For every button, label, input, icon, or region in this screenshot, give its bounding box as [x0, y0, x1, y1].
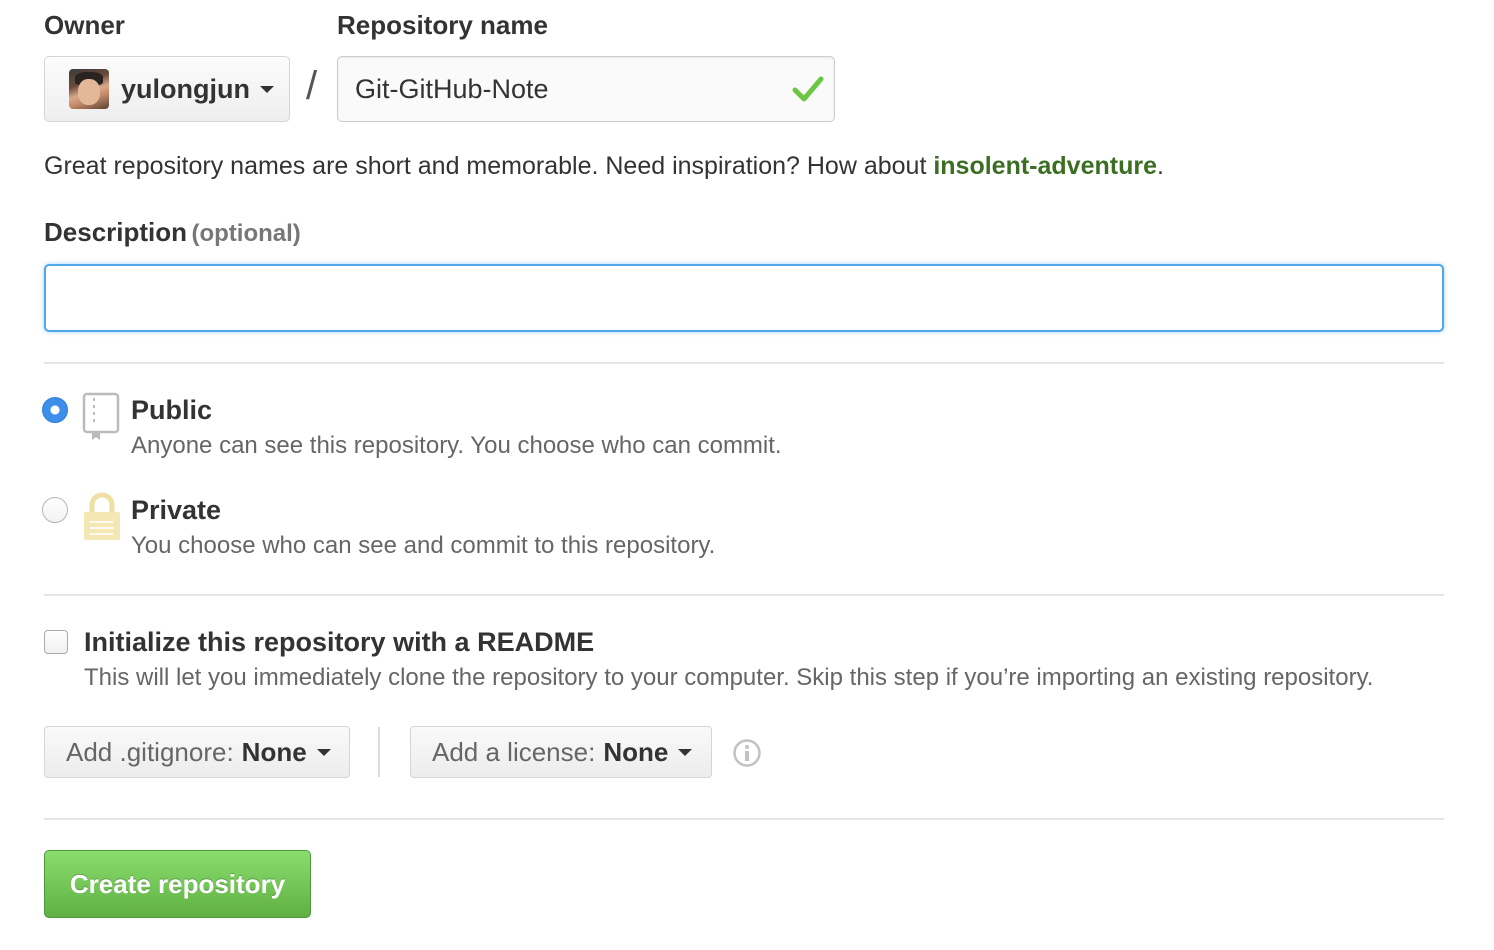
private-desc: You choose who can see and commit to thi…	[131, 532, 716, 559]
gitignore-select-button[interactable]: Add .gitignore: None	[44, 726, 350, 778]
chevron-down-icon	[316, 748, 331, 756]
description-input[interactable]	[44, 264, 1444, 332]
chevron-down-icon	[259, 85, 274, 93]
readme-checkbox[interactable]	[44, 630, 68, 654]
owner-label: Owner	[44, 10, 125, 40]
repo-icon	[82, 392, 120, 440]
readme-desc: This will let you immediately clone the …	[84, 664, 1374, 691]
repo-name-hint: Great repository names are short and mem…	[44, 152, 1164, 181]
public-radio[interactable]	[42, 397, 68, 423]
description-label-text: Description	[44, 217, 188, 247]
chevron-down-icon	[678, 748, 693, 756]
gitignore-value: None	[241, 736, 307, 767]
divider	[44, 594, 1444, 596]
create-repository-button[interactable]: Create repository	[44, 850, 311, 918]
repo-name-label: Repository name	[337, 10, 548, 40]
info-icon[interactable]	[732, 738, 762, 768]
suggested-name-link[interactable]: insolent-adventure	[933, 152, 1157, 180]
readme-title: Initialize this repository with a README	[84, 627, 595, 657]
owner-select-button[interactable]: yulongjun	[44, 56, 290, 122]
owner-username: yulongjun	[121, 73, 250, 104]
check-icon	[792, 76, 824, 102]
public-title: Public	[131, 395, 213, 425]
private-title: Private	[131, 495, 222, 525]
lock-icon	[84, 492, 120, 540]
repo-name-value: Git-GitHub-Note	[355, 73, 549, 104]
license-value: None	[603, 736, 669, 767]
description-label: Description (optional)	[44, 217, 301, 248]
hint-end: .	[1157, 152, 1164, 180]
gitignore-prefix: Add .gitignore:	[66, 736, 234, 767]
vertical-divider	[378, 727, 380, 777]
repo-name-input[interactable]: Git-GitHub-Note	[337, 56, 835, 122]
private-radio[interactable]	[42, 497, 68, 523]
description-value	[46, 266, 1442, 302]
divider	[44, 362, 1444, 364]
owner-repo-separator: /	[306, 64, 318, 108]
avatar	[69, 69, 109, 109]
hint-text: Great repository names are short and mem…	[44, 152, 934, 180]
public-desc: Anyone can see this repository. You choo…	[131, 432, 782, 459]
license-select-button[interactable]: Add a license: None	[410, 726, 712, 778]
divider	[44, 818, 1444, 820]
license-prefix: Add a license:	[432, 736, 596, 767]
optional-note: (optional)	[191, 220, 301, 247]
